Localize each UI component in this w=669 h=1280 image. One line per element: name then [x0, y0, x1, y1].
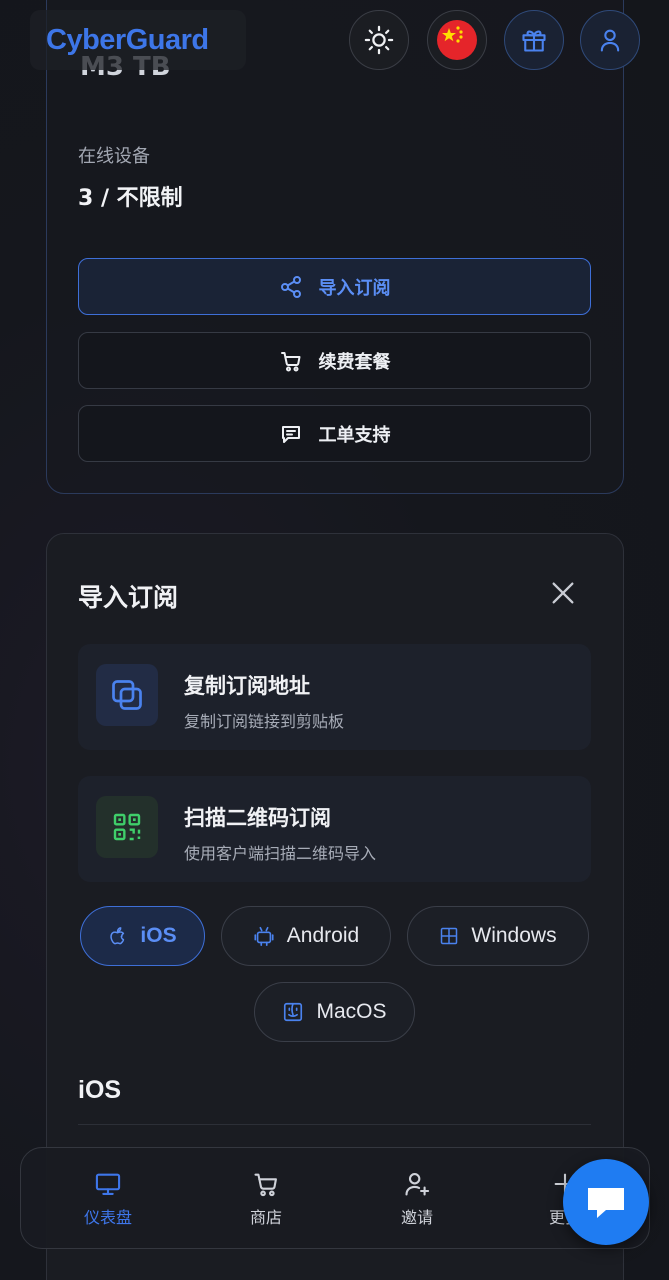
android-icon — [254, 926, 274, 946]
chat-support-button[interactable] — [563, 1159, 649, 1245]
panel-title: 导入订阅 — [78, 583, 179, 612]
gift-button[interactable] — [504, 10, 564, 70]
copy-option-subtitle: 复制订阅链接到剪贴板 — [184, 712, 345, 731]
ticket-support-button[interactable]: 工单支持 — [78, 405, 591, 462]
import-subscription-button[interactable]: 导入订阅 — [78, 258, 591, 315]
apple-icon — [110, 927, 125, 945]
divider — [78, 1124, 591, 1125]
nav-item-dashboard[interactable]: 仪表盘 — [58, 1170, 158, 1228]
platform-tab-android[interactable]: Android — [221, 906, 391, 966]
monitor-icon — [95, 1173, 121, 1195]
cart-icon — [254, 1173, 277, 1197]
gift-icon — [522, 30, 546, 52]
renew-plan-button[interactable]: 续费套餐 — [78, 332, 591, 389]
ticket-support-label: 工单支持 — [318, 424, 391, 446]
china-flag-icon — [437, 20, 477, 60]
close-icon — [552, 582, 574, 604]
devices-label: 在线设备 — [78, 146, 150, 167]
renew-plan-label: 续费套餐 — [318, 351, 391, 373]
import-subscription-label: 导入订阅 — [318, 277, 391, 299]
share-icon — [280, 275, 301, 298]
platform-android-label: Android — [286, 924, 360, 947]
qr-code-icon — [96, 796, 158, 858]
copy-option-title: 复制订阅地址 — [184, 674, 310, 698]
scan-qr-option[interactable]: 扫描二维码订阅 使用客户端扫描二维码导入 — [78, 776, 591, 882]
user-icon — [600, 29, 620, 52]
nav-item-invite[interactable]: 邀请 — [367, 1170, 467, 1228]
platform-tab-macos[interactable]: MacOS — [254, 982, 415, 1042]
windows-icon — [441, 927, 458, 945]
copy-subscription-option[interactable]: 复制订阅地址 复制订阅链接到剪贴板 — [78, 644, 591, 750]
user-plus-icon — [405, 1173, 430, 1196]
nav-shop-label: 商店 — [249, 1208, 282, 1227]
chat-bubble-icon — [588, 1188, 624, 1218]
platform-ios-label: iOS — [140, 924, 177, 947]
platform-section-title: iOS — [78, 1076, 122, 1104]
cart-icon — [280, 351, 300, 371]
close-button[interactable] — [546, 576, 580, 610]
platform-windows-label: Windows — [471, 924, 557, 947]
platform-macos-label: MacOS — [316, 1000, 387, 1023]
message-icon — [281, 425, 300, 443]
nav-invite-label: 邀请 — [400, 1208, 433, 1227]
scan-option-title: 扫描二维码订阅 — [184, 806, 331, 830]
nav-dashboard-label: 仪表盘 — [83, 1208, 132, 1227]
profile-button[interactable] — [580, 10, 640, 70]
theme-toggle-button[interactable] — [349, 10, 409, 70]
platform-tab-windows[interactable]: Windows — [407, 906, 589, 966]
scan-option-subtitle: 使用客户端扫描二维码导入 — [184, 844, 377, 863]
finder-icon — [284, 1002, 303, 1022]
nav-item-shop[interactable]: 商店 — [216, 1170, 316, 1228]
copy-icon — [96, 664, 158, 726]
devices-value: 3 / 不限制 — [78, 186, 183, 211]
brand-logo[interactable]: CyberGuard — [30, 10, 246, 70]
sun-icon — [364, 25, 394, 55]
language-button[interactable] — [427, 10, 487, 70]
platform-tab-ios[interactable]: iOS — [80, 906, 205, 966]
